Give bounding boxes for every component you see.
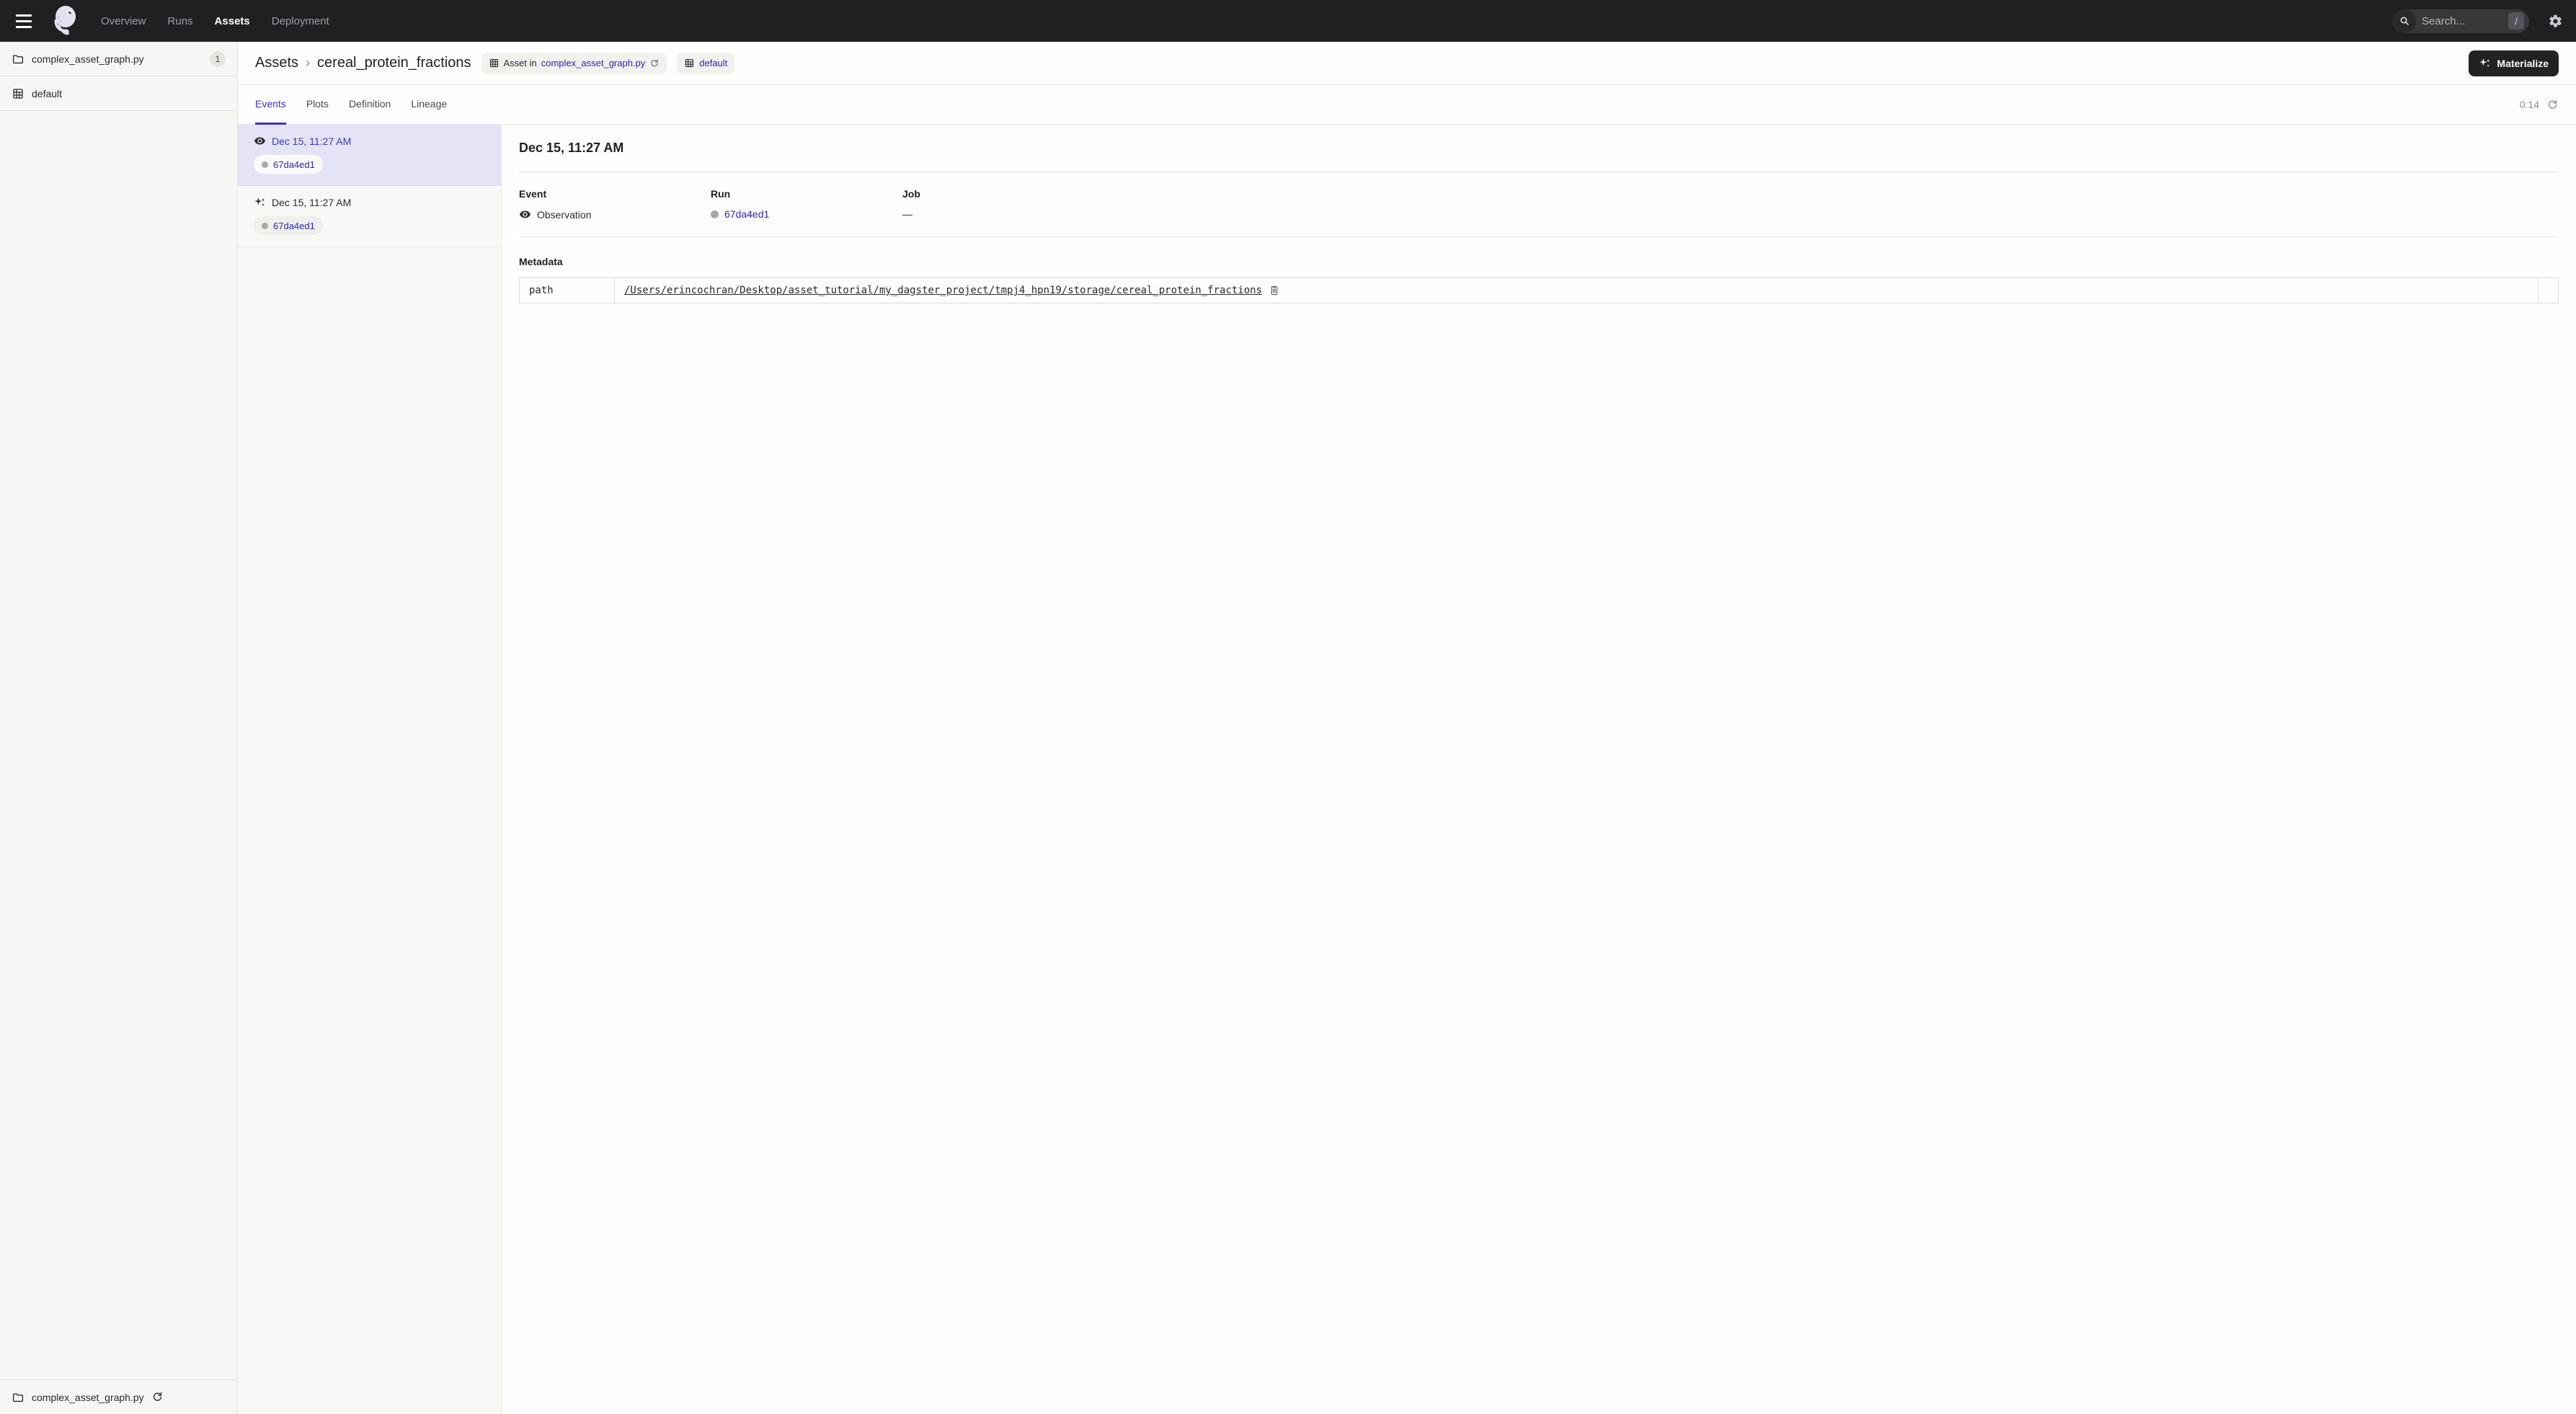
breadcrumb-separator: ›	[306, 55, 310, 71]
metadata-table: path /Users/erincochran/Desktop/asset_tu…	[519, 277, 2559, 303]
tab-lineage[interactable]: Lineage	[411, 85, 447, 125]
event-detail-panel: Dec 15, 11:27 AM Event	[502, 125, 2576, 1414]
breadcrumb: Assets › cereal_protein_fractions	[255, 55, 471, 71]
materialize-button-label: Materialize	[2497, 58, 2549, 69]
refresh-countdown: 0:14	[2520, 99, 2539, 110]
reload-icon[interactable]	[649, 58, 659, 68]
divider	[519, 236, 2559, 237]
copy-icon[interactable]	[1269, 285, 1280, 296]
primary-nav: Overview Runs Assets Deployment	[101, 15, 329, 27]
top-nav: Overview Runs Assets Deployment /	[0, 0, 2576, 42]
metadata-extra-cell	[2539, 278, 2559, 303]
eye-icon	[254, 135, 266, 147]
asset-tag-prefix: Asset in	[504, 58, 537, 68]
folder-icon	[12, 53, 25, 66]
metadata-section-title: Metadata	[519, 256, 2559, 267]
asset-group-tag: default	[677, 53, 734, 74]
reload-icon[interactable]	[151, 1391, 164, 1403]
sidebar-item-group-default[interactable]: default	[0, 76, 237, 111]
breadcrumb-current-asset: cereal_protein_fractions	[317, 55, 471, 71]
breadcrumb-assets-link[interactable]: Assets	[255, 55, 298, 71]
asset-group-icon	[12, 87, 25, 100]
gear-icon[interactable]	[2548, 14, 2563, 29]
event-type-value: Observation	[537, 209, 591, 221]
event-list-item-observation[interactable]: Dec 15, 11:27 AM 67da4ed1	[238, 125, 501, 186]
asset-group-link[interactable]: default	[699, 58, 727, 68]
nav-item-deployment[interactable]: Deployment	[272, 15, 329, 27]
asset-tabs: Events Plots Definition Lineage 0:14	[238, 85, 2576, 125]
asset-grid-icon	[489, 58, 499, 68]
run-status-dot	[262, 223, 268, 229]
run-id-link[interactable]: 67da4ed1	[724, 208, 769, 220]
asset-group-icon	[684, 58, 695, 68]
hamburger-menu-icon[interactable]	[12, 9, 36, 33]
event-timestamp: Dec 15, 11:27 AM	[272, 197, 351, 208]
field-label: Event	[519, 188, 711, 200]
nav-item-overview[interactable]: Overview	[101, 15, 146, 27]
field-label: Job	[902, 188, 1094, 200]
field-event: Event Observation	[519, 188, 711, 221]
metadata-value-cell: /Users/erincochran/Desktop/asset_tutoria…	[615, 278, 2539, 303]
event-summary-fields: Event Observation	[519, 188, 2559, 221]
event-list-item-materialization[interactable]: Dec 15, 11:27 AM 67da4ed1	[238, 186, 501, 247]
eye-icon	[519, 208, 531, 221]
refresh-icon[interactable]	[2546, 99, 2559, 111]
sidebar-spacer	[0, 111, 237, 1379]
field-label: Run	[711, 188, 902, 200]
dagster-logo-icon[interactable]	[49, 4, 81, 37]
asset-definition-tag: Asset in complex_asset_graph.py	[481, 53, 667, 74]
footer-code-location-label: complex_asset_graph.py	[32, 1392, 144, 1403]
sidebar-item-label: complex_asset_graph.py	[32, 53, 203, 65]
nav-item-assets[interactable]: Assets	[215, 15, 250, 27]
sparkles-icon	[254, 196, 266, 208]
search-input[interactable]	[2422, 15, 2502, 27]
tab-plots[interactable]: Plots	[306, 85, 329, 125]
asset-tag-code-location-link[interactable]: complex_asset_graph.py	[541, 58, 646, 68]
run-id-link[interactable]: 67da4ed1	[273, 159, 315, 170]
run-status-dot	[262, 161, 268, 168]
sidebar-footer-code-location: complex_asset_graph.py	[0, 1379, 237, 1414]
tab-events[interactable]: Events	[255, 85, 286, 125]
run-tag[interactable]: 67da4ed1	[254, 155, 323, 174]
tab-definition[interactable]: Definition	[349, 85, 391, 125]
materialize-button[interactable]: Materialize	[2469, 50, 2559, 76]
search-icon	[2392, 9, 2416, 33]
run-id-link[interactable]: 67da4ed1	[273, 221, 315, 231]
metadata-key: path	[520, 278, 615, 303]
refresh-timer-area: 0:14	[2520, 85, 2559, 124]
run-status-dot	[711, 210, 719, 218]
field-job: Job —	[902, 188, 1094, 221]
job-value-empty: —	[902, 208, 912, 220]
app-window: Overview Runs Assets Deployment /	[0, 0, 2576, 1414]
event-list: Dec 15, 11:27 AM 67da4ed1	[238, 125, 502, 1414]
sidebar-item-label: default	[32, 88, 226, 99]
metadata-row-path: path /Users/erincochran/Desktop/asset_tu…	[520, 278, 2559, 303]
sparkles-icon	[2479, 57, 2491, 69]
search-shortcut-badge: /	[2508, 12, 2524, 30]
code-location-sidebar: complex_asset_graph.py 1 default	[0, 42, 238, 1414]
event-timestamp: Dec 15, 11:27 AM	[272, 135, 351, 147]
asset-count-badge: 1	[210, 51, 226, 67]
run-tag[interactable]: 67da4ed1	[254, 216, 323, 235]
global-search: /	[2392, 9, 2529, 33]
nav-item-runs[interactable]: Runs	[168, 15, 193, 27]
sidebar-item-code-location[interactable]: complex_asset_graph.py 1	[0, 42, 237, 76]
field-run: Run 67da4ed1	[711, 188, 902, 221]
asset-header: Assets › cereal_protein_fractions Asset …	[238, 42, 2576, 85]
tabs-spacer	[467, 85, 2500, 124]
metadata-path-link[interactable]: /Users/erincochran/Desktop/asset_tutoria…	[624, 285, 1262, 296]
folder-icon	[12, 1391, 25, 1404]
event-detail-heading: Dec 15, 11:27 AM	[519, 141, 2559, 156]
